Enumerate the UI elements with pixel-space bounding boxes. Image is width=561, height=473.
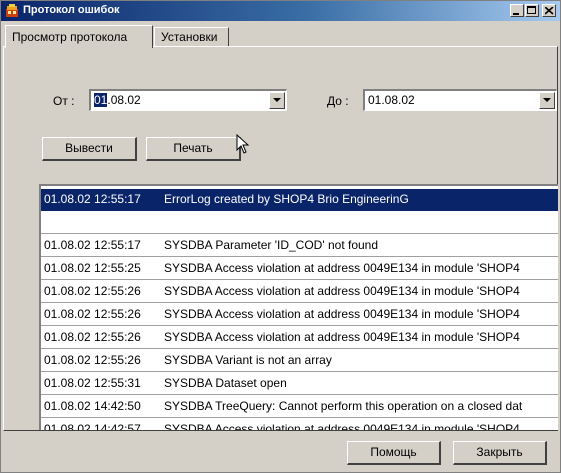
tab-view-log[interactable]: Просмотр протокола (5, 25, 153, 48)
maximize-button[interactable] (525, 4, 539, 17)
log-message: SYSDBA Access violation at address 0049E… (164, 422, 520, 430)
log-timestamp: 01.08.02 12:55:26 (44, 353, 141, 367)
from-date-value: 01.08.02 (94, 93, 141, 107)
log-message: SYSDBA TreeQuery: Cannot perform this op… (164, 399, 523, 413)
log-row[interactable]: 01.08.02 12:55:17 ErrorLog created by SHO… (41, 189, 558, 211)
log-message: SYSDBA Parameter 'ID_COD' not found (164, 238, 379, 252)
log-timestamp: 01.08.02 12:55:26 (44, 284, 141, 298)
log-message: SYSDBA Access violation at address 0049E… (164, 307, 520, 321)
to-date-combo[interactable]: 01.08.02 (363, 89, 557, 111)
from-label: От : (53, 94, 75, 108)
log-timestamp: 01.08.02 14:42:57 (44, 422, 141, 430)
title-bar[interactable]: Протокол ошибок (1, 1, 560, 21)
to-label: До : (327, 94, 349, 108)
from-date-dropdown-button[interactable] (269, 92, 285, 109)
from-date-combo[interactable]: 01.08.02 (89, 89, 287, 111)
log-timestamp: 01.08.02 12:55:17 (44, 192, 141, 206)
print-button[interactable]: Печать (146, 137, 241, 161)
log-message: SYSDBA Access violation at address 0049E… (164, 284, 520, 298)
mouse-pointer-icon (236, 134, 250, 154)
log-timestamp: 01.08.02 12:55:25 (44, 261, 141, 275)
log-row[interactable]: 01.08.02 12:55:17 SYSDBA Parameter 'ID_CO… (41, 235, 558, 257)
help-button[interactable]: Помощь (347, 441, 441, 465)
chevron-down-icon (543, 98, 551, 102)
show-button[interactable]: Вывести (42, 137, 137, 161)
log-row[interactable]: 01.08.02 14:42:50 SYSDBA TreeQuery: Canno… (41, 396, 558, 418)
log-message: SYSDBA Access violation at address 0049E… (164, 330, 520, 344)
log-timestamp: 01.08.02 12:55:17 (44, 238, 141, 252)
log-row[interactable]: 01.08.02 12:55:26 SYSDBA Access violation… (41, 304, 558, 326)
log-timestamp: 01.08.02 14:42:50 (44, 399, 141, 413)
log-message: SYSDBA Dataset open (164, 376, 287, 390)
log-row[interactable]: 01.08.02 12:55:26 SYSDBA Access violation… (41, 281, 558, 303)
maximize-icon (527, 6, 536, 14)
log-message: SYSDBA Variant is not an array (164, 353, 332, 367)
log-message: ErrorLog created by SHOP4 Brio Engineeri… (164, 192, 409, 206)
log-row[interactable]: 01.08.02 12:55:26 SYSDBA Variant is not a… (41, 350, 558, 372)
log-row[interactable] (41, 212, 558, 234)
log-timestamp: 01.08.02 12:55:26 (44, 307, 141, 321)
minimize-button[interactable] (510, 4, 524, 17)
chevron-down-icon (273, 98, 281, 102)
error-log-window: Протокол ошибок Просмотр протокола Устан… (0, 0, 561, 473)
log-message: SYSDBA Access violation at address 0049E… (164, 261, 520, 275)
close-icon (545, 7, 554, 15)
to-date-dropdown-button[interactable] (539, 92, 555, 109)
log-row[interactable]: 01.08.02 14:42:57 SYSDBA Access violation… (41, 419, 558, 430)
log-row[interactable]: 01.08.02 12:55:25 SYSDBA Access violation… (41, 258, 558, 280)
log-timestamp: 01.08.02 12:55:26 (44, 330, 141, 344)
tab-settings[interactable]: Установки (154, 27, 229, 47)
minimize-icon (513, 13, 519, 15)
app-icon (6, 4, 18, 17)
close-button[interactable] (542, 4, 556, 17)
close-dialog-button[interactable]: Закрыть (453, 441, 547, 465)
window-title: Протокол ошибок (23, 4, 120, 16)
log-row[interactable]: 01.08.02 12:55:31 SYSDBA Dataset open (41, 373, 558, 395)
tab-strip: Просмотр протокола Установки (3, 25, 558, 48)
log-timestamp: 01.08.02 12:55:31 (44, 376, 141, 390)
log-row[interactable]: 01.08.02 12:55:26 SYSDBA Access violation… (41, 327, 558, 349)
log-list[interactable]: 01.08.02 12:55:17 ErrorLog created by SHO… (39, 184, 558, 430)
to-date-value: 01.08.02 (368, 93, 415, 107)
